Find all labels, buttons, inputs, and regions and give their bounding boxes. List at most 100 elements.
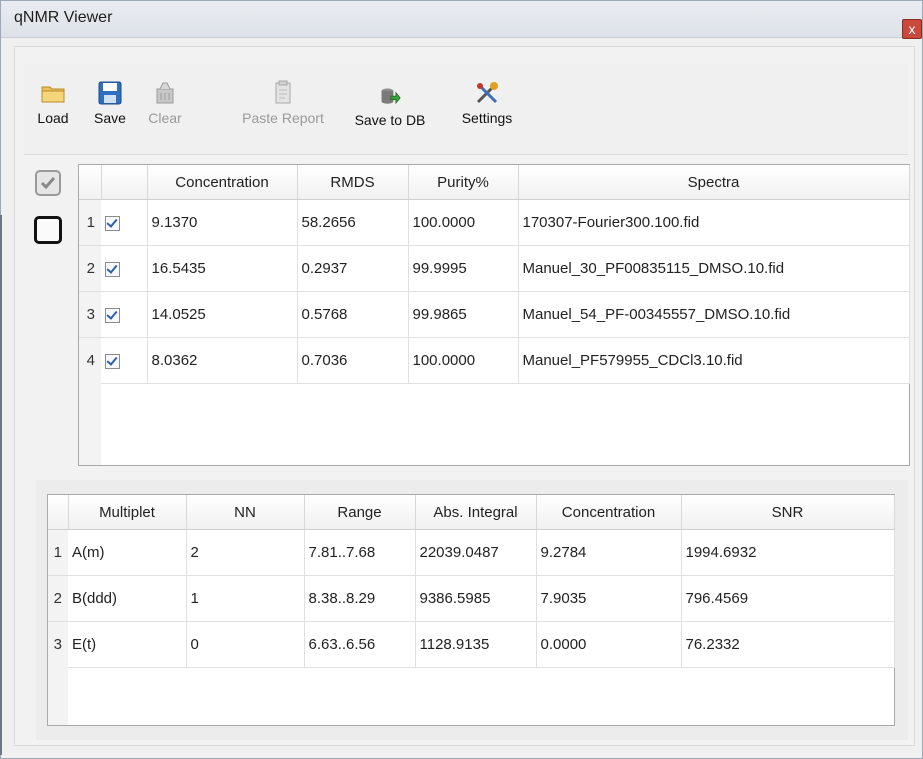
multiplet-header-row: Multiplet NN Range Abs. Integral Concent… [48,495,895,530]
spectra-table: Concentration RMDS Purity% Spectra 1 9.1… [78,164,910,466]
abs-integral-cell[interactable]: 1128.9135 [415,621,537,668]
concentration-cell[interactable]: 8.0362 [147,337,298,384]
multiplet-cell[interactable]: E(t) [68,621,187,668]
nn-cell[interactable]: 1 [186,575,305,622]
row-number: 1 [79,199,101,246]
table-row[interactable]: 2 16.5435 0.2937 99.9995 Manuel_30_PF008… [79,245,910,292]
folder-icon [41,86,65,103]
checkbox-checked-icon [105,353,120,369]
range-cell[interactable]: 8.38..8.29 [304,575,416,622]
multiplet-cell[interactable]: B(ddd) [68,575,187,622]
multiplet-header[interactable]: Multiplet [68,495,187,530]
row-number: 2 [48,575,68,622]
checkbox-header[interactable] [101,165,148,200]
rmds-cell[interactable]: 0.5768 [297,291,409,338]
close-button[interactable]: x [902,19,922,39]
rmds-header[interactable]: RMDS [297,165,409,200]
row-number: 3 [48,621,68,668]
row-checkbox[interactable] [101,337,148,384]
settings-button[interactable]: Settings [452,80,522,126]
row-checkbox[interactable] [101,291,148,338]
window-title: qNMR Viewer [14,9,113,26]
table-row[interactable]: 4 8.0362 0.7036 100.0000 Manuel_PF579955… [79,337,910,384]
concentration-cell[interactable]: 7.9035 [536,575,682,622]
spectra-cell[interactable]: 170307-Fourier300.100.fid [518,199,910,246]
row-number: 3 [79,291,101,338]
spectra-cell[interactable]: Manuel_30_PF00835115_DMSO.10.fid [518,245,910,292]
corner-header [48,495,69,530]
snr-cell[interactable]: 1994.6932 [681,529,895,576]
snr-header[interactable]: SNR [681,495,895,530]
rmds-cell[interactable]: 58.2656 [297,199,409,246]
purity-cell[interactable]: 99.9865 [408,291,519,338]
database-save-icon [381,88,401,105]
window-frame-edge [0,215,8,755]
row-number: 2 [79,245,101,292]
row-header-filler [48,665,68,725]
purity-header[interactable]: Purity% [408,165,519,200]
snr-cell[interactable]: 76.2332 [681,621,895,668]
concentration-cell[interactable]: 9.2784 [536,529,682,576]
nn-header[interactable]: NN [186,495,305,530]
clear-button[interactable]: Clear [140,80,190,126]
save-button[interactable]: Save [88,80,132,126]
row-checkbox[interactable] [101,199,148,246]
table-row[interactable]: 1 A(m) 2 7.81..7.68 22039.0487 9.2784 19… [48,529,895,576]
table-row[interactable]: 1 9.1370 58.2656 100.0000 170307-Fourier… [79,199,910,246]
spectra-header-row: Concentration RMDS Purity% Spectra [79,165,910,200]
concentration-header[interactable]: Concentration [147,165,298,200]
select-all-button[interactable] [35,170,61,196]
concentration-cell[interactable]: 16.5435 [147,245,298,292]
corner-header [79,165,102,200]
settings-tools-icon [476,82,498,104]
floppy-disk-icon [98,81,122,105]
deselect-all-button[interactable] [34,216,62,244]
checkbox-checked-icon [105,307,120,323]
abs-integral-cell[interactable]: 9386.5985 [415,575,537,622]
abs-integral-cell[interactable]: 22039.0487 [415,529,537,576]
paste-icon [275,80,291,104]
table-row[interactable]: 3 E(t) 0 6.63..6.56 1128.9135 0.0000 76.… [48,621,895,668]
concentration-header[interactable]: Concentration [536,495,682,530]
spectra-header[interactable]: Spectra [518,165,910,200]
range-cell[interactable]: 6.63..6.56 [304,621,416,668]
row-number: 1 [48,529,68,576]
settings-label: Settings [461,110,513,126]
table-row[interactable]: 2 B(ddd) 1 8.38..8.29 9386.5985 7.9035 7… [48,575,895,622]
load-label: Load [37,110,69,126]
checkbox-checked-icon [105,261,120,277]
clear-icon [156,82,174,104]
concentration-cell[interactable]: 0.0000 [536,621,682,668]
snr-cell[interactable]: 796.4569 [681,575,895,622]
nn-cell[interactable]: 0 [186,621,305,668]
toolbar: Load Save Clear Paste Report Save to DB … [24,64,908,155]
multiplet-cell[interactable]: A(m) [68,529,187,576]
multiplet-table: Multiplet NN Range Abs. Integral Concent… [47,494,895,726]
abs-integral-header[interactable]: Abs. Integral [415,495,537,530]
nn-cell[interactable]: 2 [186,529,305,576]
range-header[interactable]: Range [304,495,416,530]
paste-report-button[interactable]: Paste Report [230,80,336,126]
title-bar[interactable]: qNMR Viewer x [1,1,922,39]
row-header-filler [79,382,101,465]
check-all-icon [40,177,56,190]
spectra-cell[interactable]: Manuel_54_PF-00345557_DMSO.10.fid [518,291,910,338]
range-cell[interactable]: 7.81..7.68 [304,529,416,576]
purity-cell[interactable]: 100.0000 [408,337,519,384]
save-to-db-label: Save to DB [354,112,426,128]
purity-cell[interactable]: 99.9995 [408,245,519,292]
purity-cell[interactable]: 100.0000 [408,199,519,246]
save-to-db-button[interactable]: Save to DB [347,86,433,128]
row-number: 4 [79,337,101,384]
rmds-cell[interactable]: 0.7036 [297,337,409,384]
row-checkbox[interactable] [101,245,148,292]
concentration-cell[interactable]: 14.0525 [147,291,298,338]
checkbox-checked-icon [105,215,120,231]
rmds-cell[interactable]: 0.2937 [297,245,409,292]
load-button[interactable]: Load [29,80,77,126]
concentration-cell[interactable]: 9.1370 [147,199,298,246]
clear-label: Clear [148,110,182,126]
table-row[interactable]: 3 14.0525 0.5768 99.9865 Manuel_54_PF-00… [79,291,910,338]
paste-report-label: Paste Report [242,110,324,126]
spectra-cell[interactable]: Manuel_PF579955_CDCl3.10.fid [518,337,910,384]
